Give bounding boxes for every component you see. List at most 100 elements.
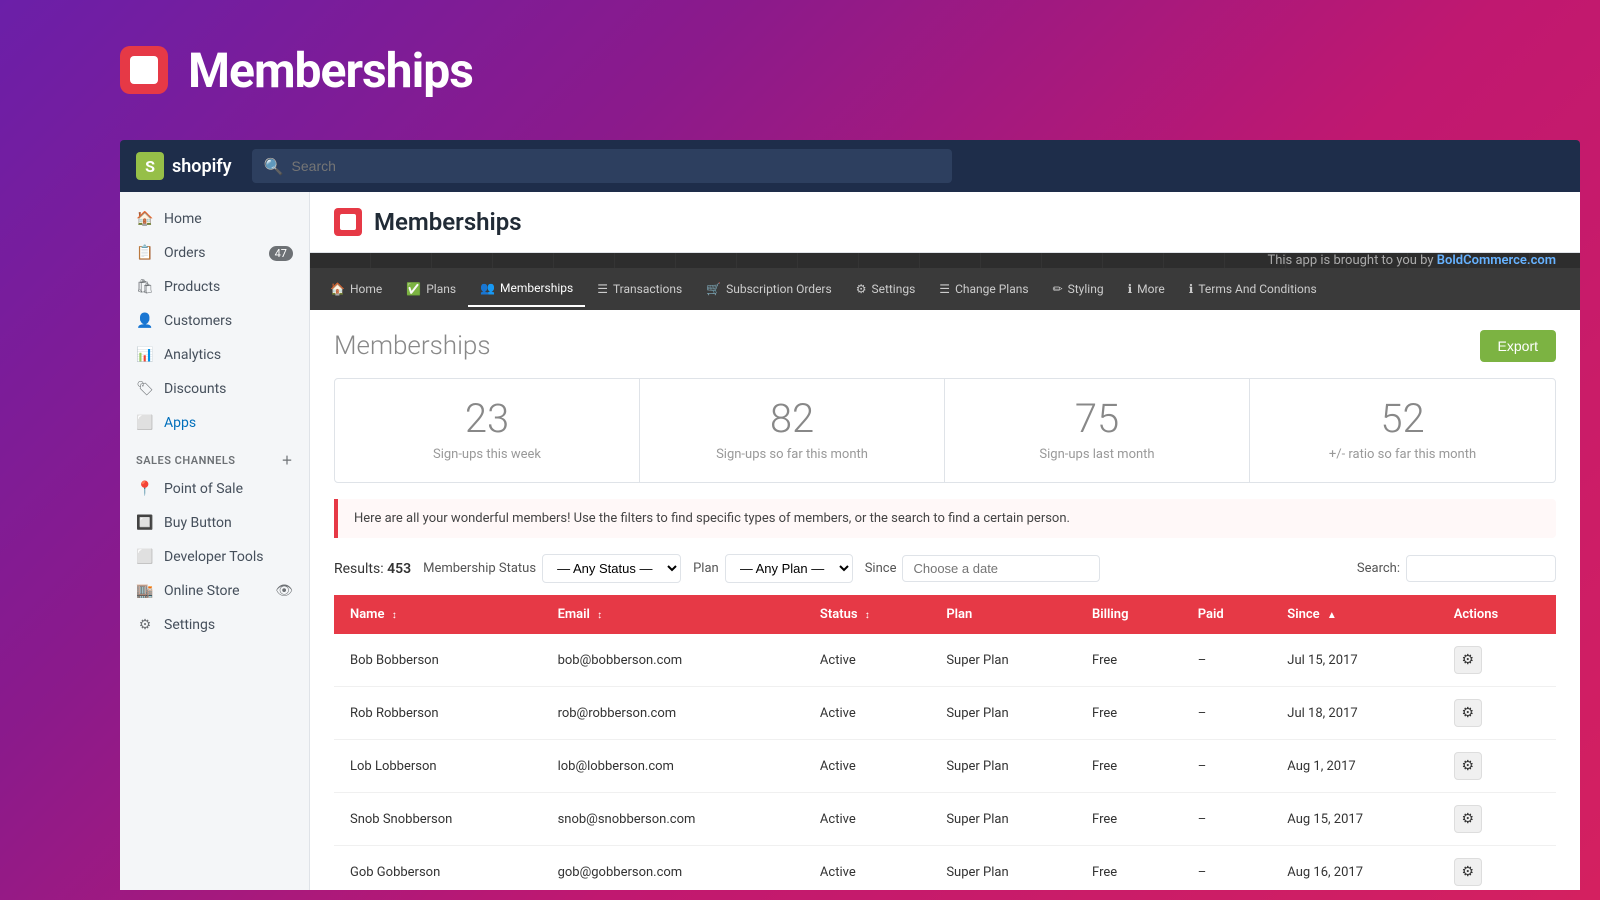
- cell-plan: Super Plan: [930, 846, 1076, 891]
- sidebar-settings-label: Settings: [164, 617, 215, 633]
- cell-plan: Super Plan: [930, 687, 1076, 740]
- sidebar-item-online-store[interactable]: 🏬 Online Store 👁: [120, 574, 309, 608]
- table-row: Bob Bobberson bob@bobberson.com Active S…: [334, 634, 1556, 687]
- th-paid: Paid: [1182, 595, 1272, 634]
- action-gear-button[interactable]: ⚙: [1454, 699, 1482, 727]
- cell-name: Snob Snobberson: [334, 793, 542, 846]
- sort-icon-since[interactable]: ▲: [1327, 610, 1337, 621]
- shopify-logo: S shopify: [136, 152, 232, 180]
- cell-actions: ⚙: [1438, 687, 1556, 740]
- action-gear-button[interactable]: ⚙: [1454, 752, 1482, 780]
- cell-paid: –: [1182, 793, 1272, 846]
- cell-billing: Free: [1076, 793, 1182, 846]
- filters-row: Results: 453 Membership Status — Any Sta…: [334, 554, 1556, 583]
- tab-label: Home: [350, 282, 382, 296]
- transactions-tab-icon: ☰: [597, 282, 608, 296]
- sales-channels-section: SALES CHANNELS ＋: [120, 440, 309, 472]
- customers-icon: 👤: [136, 312, 154, 330]
- tab-transactions[interactable]: ☰ Transactions: [585, 272, 694, 306]
- th-email: Email ↕: [542, 595, 804, 634]
- search-group: Search:: [1357, 555, 1556, 582]
- cell-paid: –: [1182, 687, 1272, 740]
- shopify-logo-text: shopify: [172, 156, 232, 177]
- plan-filter-select[interactable]: — Any Plan —Super PlanBasic Plan: [725, 554, 853, 583]
- nav-tabs: 🏠 Home ✅ Plans 👥 Memberships ☰ Transacti…: [310, 268, 1580, 310]
- plan-filter-label: Plan: [693, 561, 719, 576]
- sales-channels-label: SALES CHANNELS: [136, 454, 236, 467]
- sidebar-item-customers[interactable]: 👤 Customers: [120, 304, 309, 338]
- cell-status: Active: [804, 634, 930, 687]
- member-search-input[interactable]: [1406, 555, 1556, 582]
- sidebar-item-discounts[interactable]: 🏷 Discounts: [120, 372, 309, 406]
- sort-icon-status[interactable]: ↕: [865, 610, 870, 621]
- tab-plans[interactable]: ✅ Plans: [394, 272, 468, 306]
- cell-status: Active: [804, 846, 930, 891]
- action-gear-button[interactable]: ⚙: [1454, 858, 1482, 886]
- results-label: Results: 453: [334, 561, 411, 577]
- since-filter-input[interactable]: [902, 555, 1100, 582]
- styling-tab-icon: ✏: [1053, 282, 1063, 296]
- tab-memberships[interactable]: 👥 Memberships: [468, 271, 585, 307]
- sort-icon-email[interactable]: ↕: [597, 610, 602, 621]
- promo-text: This app is brought to you by BoldCommer…: [1267, 253, 1556, 268]
- sidebar-item-orders[interactable]: 📋 Orders 47: [120, 236, 309, 270]
- inner-content: Memberships Export 23 Sign-ups this week…: [310, 310, 1580, 890]
- sidebar-item-buy-button[interactable]: 🔲 Buy Button: [120, 506, 309, 540]
- sidebar-item-products[interactable]: 🛍 Products: [120, 270, 309, 304]
- sidebar-item-label: Point of Sale: [164, 481, 243, 497]
- tab-label: Styling: [1068, 282, 1104, 296]
- stat-label-0: Sign-ups this week: [355, 447, 619, 462]
- sidebar-item-pos[interactable]: 📍 Point of Sale: [120, 472, 309, 506]
- sidebar-item-settings[interactable]: ⚙ Settings: [120, 608, 309, 642]
- tab-home[interactable]: 🏠 Home: [318, 272, 394, 306]
- tab-more[interactable]: ℹ More: [1116, 272, 1177, 306]
- export-button[interactable]: Export: [1480, 330, 1556, 362]
- cell-name: Rob Robberson: [334, 687, 542, 740]
- search-input[interactable]: [292, 158, 940, 174]
- promo-link[interactable]: BoldCommerce.com: [1437, 253, 1556, 268]
- cell-actions: ⚙: [1438, 740, 1556, 793]
- sort-icon-name[interactable]: ↕: [392, 610, 397, 621]
- tab-label: More: [1137, 282, 1165, 296]
- plans-tab-icon: ✅: [406, 282, 421, 296]
- analytics-icon: 📊: [136, 346, 154, 364]
- tab-label: Terms And Conditions: [1198, 282, 1316, 296]
- stat-card-3: 52 +/- ratio so far this month: [1250, 379, 1555, 482]
- page-header-icon: [334, 208, 362, 236]
- online-store-eye-icon[interactable]: 👁: [275, 583, 293, 599]
- sidebar-item-dev-tools[interactable]: ⬜ Developer Tools: [120, 540, 309, 574]
- cell-name: Gob Gobberson: [334, 846, 542, 891]
- app-logo: [120, 46, 168, 94]
- cell-status: Active: [804, 740, 930, 793]
- settings-tab-icon: ⚙: [856, 282, 867, 296]
- cell-since: Jul 15, 2017: [1271, 634, 1437, 687]
- status-filter-label: Membership Status: [423, 561, 536, 576]
- tab-terms[interactable]: ℹ Terms And Conditions: [1177, 272, 1329, 306]
- table-row: Gob Gobberson gob@gobberson.com Active S…: [334, 846, 1556, 891]
- sidebar-item-analytics[interactable]: 📊 Analytics: [120, 338, 309, 372]
- tab-styling[interactable]: ✏ Styling: [1041, 272, 1116, 306]
- stat-label-3: +/- ratio so far this month: [1270, 447, 1535, 462]
- status-filter-select[interactable]: — Any Status —ActiveInactiveCancelled: [542, 554, 681, 583]
- cell-name: Bob Bobberson: [334, 634, 542, 687]
- add-channel-icon[interactable]: ＋: [282, 452, 294, 468]
- tab-label: Transactions: [613, 282, 682, 296]
- stat-card-2: 75 Sign-ups last month: [945, 379, 1250, 482]
- table-header-row: Name ↕ Email ↕ Status ↕: [334, 595, 1556, 634]
- action-gear-button[interactable]: ⚙: [1454, 805, 1482, 833]
- th-status: Status ↕: [804, 595, 930, 634]
- action-gear-button[interactable]: ⚙: [1454, 646, 1482, 674]
- since-filter-group: Since: [865, 555, 1101, 582]
- sidebar-item-home[interactable]: 🏠 Home: [120, 202, 309, 236]
- apps-icon: ⬜: [136, 414, 154, 432]
- cell-status: Active: [804, 687, 930, 740]
- cell-email: lob@lobberson.com: [542, 740, 804, 793]
- status-filter-group: Membership Status — Any Status —ActiveIn…: [423, 554, 681, 583]
- app-title: Memberships: [188, 42, 473, 99]
- th-plan: Plan: [930, 595, 1076, 634]
- tab-subscription-orders[interactable]: 🛒 Subscription Orders: [694, 272, 844, 306]
- tab-settings[interactable]: ⚙ Settings: [844, 272, 928, 306]
- cell-plan: Super Plan: [930, 793, 1076, 846]
- tab-change-plans[interactable]: ☰ Change Plans: [927, 272, 1040, 306]
- sidebar-item-apps[interactable]: ⬜ Apps: [120, 406, 309, 440]
